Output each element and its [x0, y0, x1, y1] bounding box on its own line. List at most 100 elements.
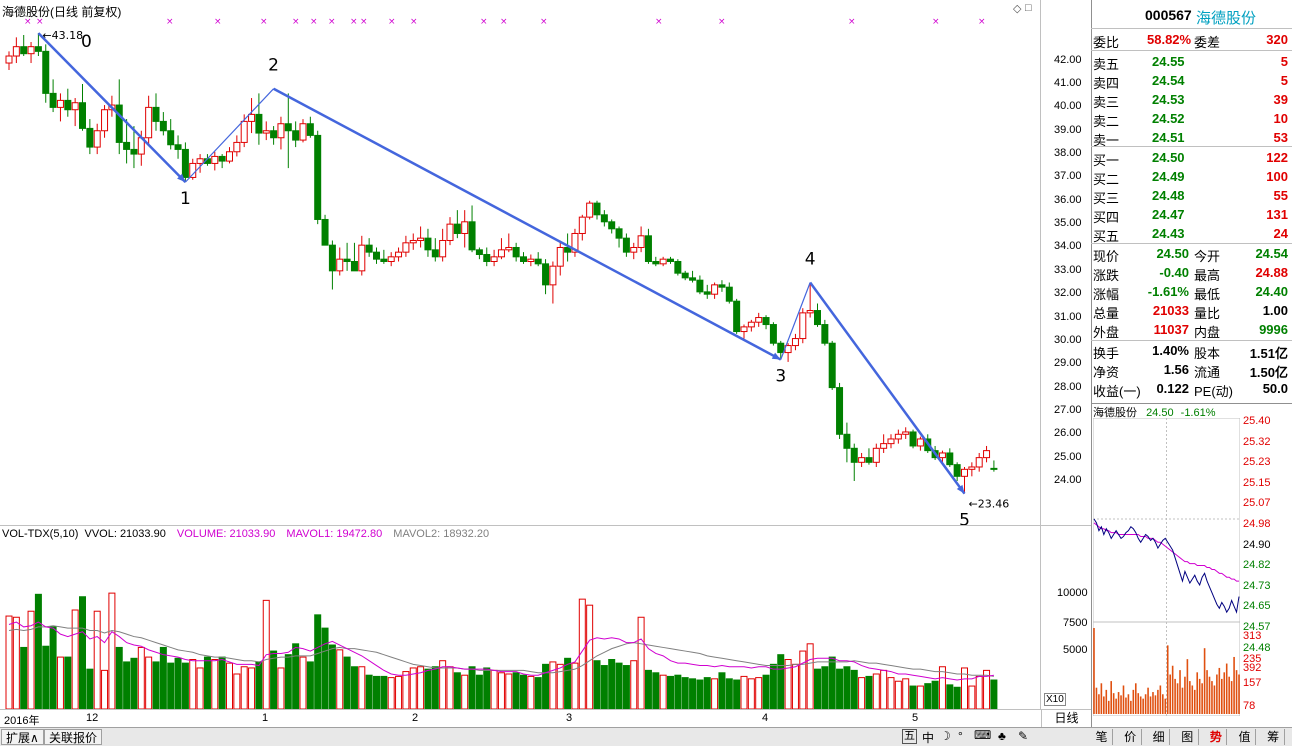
event-marker[interactable]: × [388, 17, 396, 27]
event-marker[interactable]: × [260, 17, 268, 27]
tab-4[interactable]: 势 [1205, 729, 1228, 745]
volume-bar [909, 685, 917, 709]
tab-3[interactable]: 图 [1177, 729, 1199, 745]
sell-level-row[interactable]: 卖二 24.52 10 [1091, 109, 1292, 129]
event-marker[interactable]: × [166, 17, 174, 27]
tab-5[interactable]: 值 [1234, 729, 1256, 745]
candle [174, 135, 182, 159]
event-marker[interactable]: × [328, 17, 336, 27]
volume-bar [167, 662, 175, 709]
candle [167, 119, 175, 150]
stat-row: 涨幅 -1.61% 最低 24.40 [1091, 282, 1292, 302]
candle [608, 219, 616, 234]
level-volume: 5 [1280, 54, 1288, 69]
volume-bar [137, 646, 145, 709]
buy-level-row[interactable]: 买一 24.50 122 [1091, 148, 1292, 168]
volume-bar [431, 666, 439, 709]
volume-bar [674, 674, 682, 709]
volume-bar [226, 662, 233, 709]
high-price-label: ←43.18 [42, 29, 83, 42]
volume-bar [542, 663, 550, 709]
candle [990, 460, 998, 472]
candle [836, 382, 844, 439]
event-marker[interactable]: × [214, 17, 222, 27]
volume-bar [64, 656, 72, 709]
sell-level-row[interactable]: 卖一 24.51 53 [1091, 128, 1292, 148]
tab-1[interactable]: 价 [1120, 729, 1142, 745]
candle [659, 256, 667, 267]
candle [542, 259, 550, 295]
intraday-vol-tick: 313 [1243, 630, 1262, 642]
event-marker[interactable]: × [480, 17, 488, 27]
volume-bar [600, 665, 608, 709]
sell-level-row[interactable]: 卖四 24.54 5 [1091, 71, 1292, 91]
buy-level-row[interactable]: 买三 24.48 55 [1091, 186, 1292, 206]
kline-chart-area[interactable]: × × × × × × × × × × × × × × × × × × × × 0 1 2 3 4 5 ←43.18 ←23.46 [0, 0, 1040, 525]
volume-bar [520, 674, 527, 709]
punctuation-icon[interactable]: ° [958, 729, 963, 743]
event-marker[interactable]: × [978, 17, 986, 27]
expand-button[interactable]: 扩展∧ [1, 729, 44, 745]
event-marker[interactable]: × [310, 17, 318, 27]
candle [740, 324, 748, 339]
volume-bar [747, 678, 755, 709]
candle [152, 93, 160, 131]
event-marker[interactable]: × [932, 17, 940, 27]
volume-bar [953, 686, 961, 709]
candle [417, 226, 425, 248]
intraday-axis: 25.40 25.32 25.23 25.15 25.07 24.98 24.90 24.82… [1240, 415, 1292, 716]
period-tab-daily[interactable]: 日线 [1041, 710, 1091, 727]
volume-bar [12, 616, 20, 709]
buy-level-row[interactable]: 买四 24.47 131 [1091, 205, 1292, 225]
event-marker[interactable]: × [360, 17, 368, 27]
event-marker[interactable]: × [540, 17, 548, 27]
event-marker[interactable]: × [848, 17, 856, 27]
diamond-icon[interactable]: ◇ [1013, 2, 1021, 15]
vol-indicator-label: VOL-TDX(5,10) [2, 528, 79, 540]
chinese-input-icon[interactable]: 中 [922, 729, 934, 746]
event-marker[interactable]: × [350, 17, 358, 27]
wubi-icon[interactable]: 五 [902, 729, 917, 744]
low-price-label: ←23.46 [969, 498, 1010, 511]
volume-bar [380, 675, 388, 709]
intraday-chart-area[interactable] [1093, 418, 1240, 716]
volume-bar [321, 627, 329, 709]
candle [527, 254, 535, 267]
event-marker[interactable]: × [410, 17, 418, 27]
stat-value: 9996 [1259, 322, 1288, 337]
sell-level-row[interactable]: 卖五 24.55 5 [1091, 52, 1292, 72]
volume-label: VOLUME: 21033.90 [176, 528, 276, 540]
volume-bar [769, 663, 777, 709]
square-icon[interactable]: □ [1025, 2, 1032, 14]
volume-bar [718, 672, 726, 709]
stock-name: 海德股份 [1196, 10, 1257, 27]
event-marker[interactable]: × [718, 17, 726, 27]
volume-bar [336, 649, 344, 709]
price-tick: 29.00 [1054, 357, 1082, 370]
tab-2[interactable]: 细 [1148, 729, 1171, 745]
candle [446, 217, 454, 246]
buy-level-row[interactable]: 买五 24.43 24 [1091, 224, 1292, 244]
candle [336, 247, 344, 276]
moon-icon[interactable]: ☽ [940, 729, 951, 743]
weibi-value: 58.82% [1147, 32, 1192, 47]
wrench-icon[interactable]: ✎ [1018, 729, 1028, 743]
event-marker[interactable]: × [655, 17, 663, 27]
intraday-price-tick: 24.82 [1243, 559, 1271, 572]
level-volume: 55 [1273, 188, 1288, 203]
volume-bar [762, 674, 770, 709]
related-quote-button[interactable]: 关联报价 [44, 729, 103, 745]
event-marker[interactable]: × [500, 17, 508, 27]
keyboard-icon[interactable]: ⌨ [974, 728, 991, 742]
candle [644, 228, 652, 264]
sell-level-row[interactable]: 卖三 24.53 39 [1091, 90, 1292, 110]
event-marker[interactable]: × [292, 17, 300, 27]
candle [505, 233, 513, 253]
skin-icon[interactable]: ♣ [998, 729, 1006, 743]
volume-bar [115, 646, 123, 709]
volume-chart-area[interactable] [0, 540, 1040, 709]
tab-0[interactable]: 笔 [1091, 729, 1113, 745]
tab-6[interactable]: 筹 [1263, 729, 1285, 745]
buy-level-row[interactable]: 买二 24.49 100 [1091, 167, 1292, 187]
candle [42, 44, 50, 103]
